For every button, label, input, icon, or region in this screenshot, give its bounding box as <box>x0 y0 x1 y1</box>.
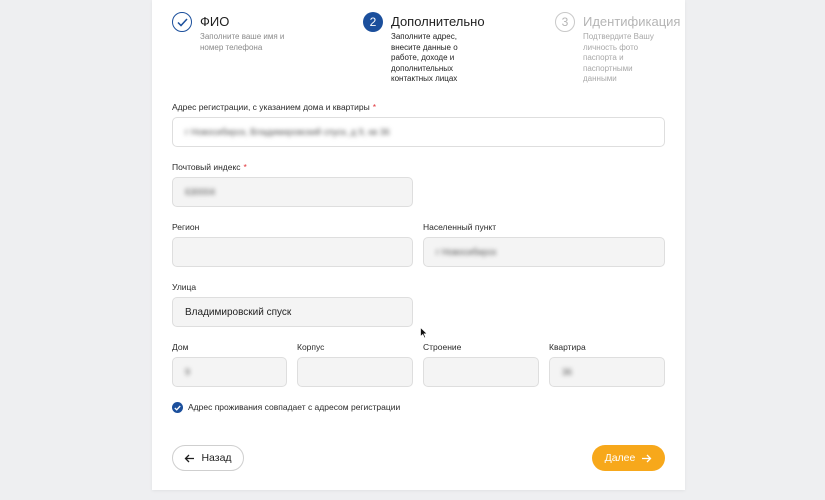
back-button-label: Назад <box>201 452 232 464</box>
street-label: Улица <box>172 282 197 292</box>
same-address-label: Адрес проживания совпадает с адресом рег… <box>188 402 401 412</box>
kvartira-label: Квартира <box>549 342 586 352</box>
step-description: Заполните адрес, внесите данные о работе… <box>391 32 458 83</box>
step-title: ФИО <box>200 14 230 29</box>
house-input[interactable]: 9 <box>172 357 287 387</box>
mouse-cursor-icon <box>420 326 429 344</box>
stroenie-input[interactable] <box>423 357 539 387</box>
step-title: Идентификация <box>583 14 681 29</box>
step-description: Подтвердите Вашу личность фото паспорта … <box>583 32 654 83</box>
checkmark-icon <box>174 405 181 411</box>
stroenie-label: Строение <box>423 342 462 352</box>
arrow-right-icon <box>642 454 652 462</box>
city-label: Населенный пункт <box>423 222 497 232</box>
step-title: Дополнительно <box>391 14 485 29</box>
check-icon <box>172 12 192 32</box>
step-number: 3 <box>555 12 575 32</box>
next-button[interactable]: Далее <box>592 445 665 471</box>
next-button-label: Далее <box>604 452 636 464</box>
postal-input[interactable]: 630004 <box>172 177 413 207</box>
address-input[interactable]: г Новосибирск, Владимировский спуск, д 9… <box>172 117 665 147</box>
kvartira-input[interactable]: 36 <box>549 357 665 387</box>
korpus-input[interactable] <box>297 357 413 387</box>
city-input[interactable]: г Новосибирск <box>423 237 665 267</box>
region-input[interactable] <box>172 237 413 267</box>
address-label: Адрес регистрации, с указанием дома и кв… <box>172 102 377 112</box>
house-label: Дом <box>172 342 189 352</box>
postal-label: Почтовый индекс * <box>172 162 247 172</box>
same-address-checkbox[interactable] <box>172 402 183 413</box>
back-button[interactable]: Назад <box>172 445 244 471</box>
step-description: Заполните ваше имя и номер телефона <box>200 32 285 52</box>
korpus-label: Корпус <box>297 342 325 352</box>
arrow-left-icon <box>185 454 195 462</box>
region-label: Регион <box>172 222 200 232</box>
street-input[interactable]: Владимировский спуск <box>172 297 413 327</box>
step-number: 2 <box>363 12 383 32</box>
